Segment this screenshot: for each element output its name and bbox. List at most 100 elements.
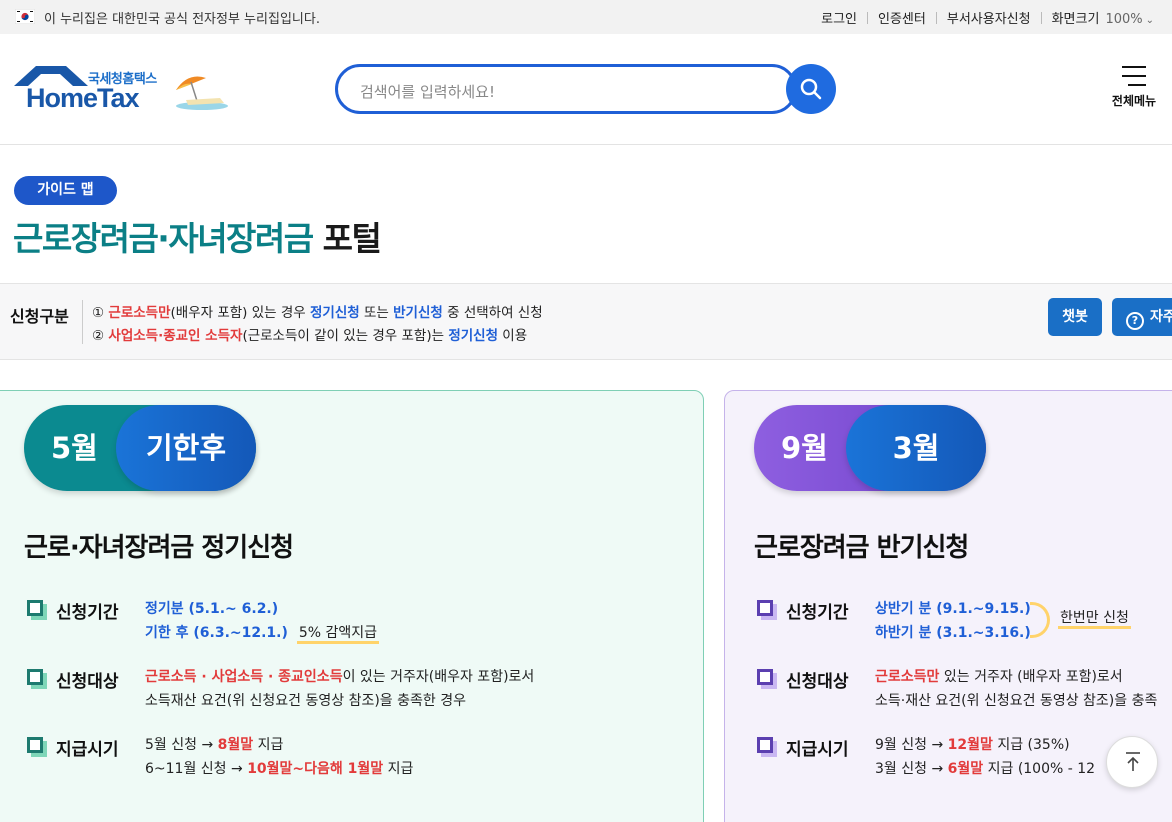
zoom-label: 화면크기: [1051, 12, 1100, 27]
target-line-2: 소득·재산 요건(위 신청요건 동영상 참조)을 충족: [875, 693, 1158, 709]
chatbot-button[interactable]: 챗봇: [1048, 298, 1102, 336]
bullet-square-icon: [757, 737, 777, 757]
period-line-2: 기한 후 (6.3.~12.1.) 5% 감액지급: [145, 622, 379, 644]
chevron-down-icon: ⌄: [1145, 15, 1154, 26]
pay-line-1: 9월 신청 → 12월말 지급 (35%): [875, 734, 1070, 754]
period-line-1: 상반기 분 (9.1.~9.15.): [875, 598, 1031, 618]
zoom-control[interactable]: 화면크기 100% ⌄: [1052, 8, 1154, 27]
period-label: 신청기간: [56, 603, 119, 623]
reduction-note: 5% 감액지급: [296, 625, 379, 644]
text: 또는: [359, 305, 394, 321]
pill-late: 기한후: [116, 405, 256, 491]
band-label: 신청구분: [10, 307, 69, 326]
text-highlight: 정기신청: [448, 328, 498, 344]
bullet-square-icon: [27, 737, 47, 757]
bullet-square-icon: [757, 600, 777, 620]
gov-banner-text: 이 누리집은 대한민국 공식 전자정부 누리집입니다.: [44, 12, 320, 27]
arrow-up-icon: [1126, 752, 1140, 771]
text: (근로소득이 같이 있는 경우 포함)는: [242, 328, 449, 344]
target-label: 신청대상: [786, 672, 849, 692]
text: (배우자 포함) 있는 경우: [170, 305, 310, 321]
page-title-suffix: 포털: [312, 219, 382, 258]
bullet-square-icon: [757, 669, 777, 689]
divider: [82, 300, 83, 344]
text-highlight: 6월말: [947, 761, 984, 777]
text: 지급 (35%): [992, 737, 1070, 753]
target-label: 신청대상: [56, 672, 119, 692]
card-title: 근로·자녀장려금 정기신청: [24, 533, 294, 563]
divider: [935, 11, 937, 24]
pay-line-2: 3월 신청 → 6월말 지급 (100% - 12: [875, 758, 1095, 778]
search-input[interactable]: 검색어를 입력하세요!: [335, 64, 797, 114]
pay-line-2: 6~11월 신청 → 10월말~다음해 1월말 지급: [145, 758, 413, 778]
band-line-1: ① 근로소득만(배우자 포함) 있는 경우 정기신청 또는 반기신청 중 선택하…: [92, 301, 543, 321]
hamburger-icon: [1122, 66, 1146, 86]
text: 중 선택하여 신청: [442, 305, 543, 321]
target-line-1: 근로소득만 있는 거주자 (배우자 포함)로서: [875, 666, 1123, 686]
text: 이용: [498, 328, 528, 344]
target-line-1: 근로소득 · 사업소득 · 종교인소득이 있는 거주자(배우자 포함)로서: [145, 666, 534, 686]
period-line-1: 정기분 (5.1.~ 6.2.): [145, 598, 278, 618]
text-highlight: 8월말: [217, 737, 254, 753]
gov-banner: 이 누리집은 대한민국 공식 전자정부 누리집입니다. 로그인 인증센터 부서사…: [0, 0, 1172, 34]
faq-label: 자주: [1150, 309, 1172, 325]
question-icon: ?: [1126, 312, 1144, 330]
text-highlight: 근로소득만: [108, 305, 171, 321]
faq-button[interactable]: ? 자주: [1112, 298, 1172, 336]
pill-march: 3월: [846, 405, 986, 491]
cert-center-link[interactable]: 인증센터: [878, 8, 926, 27]
text-highlight: 반기신청: [393, 305, 443, 321]
text: 지급: [383, 761, 414, 777]
hometax-logo[interactable]: 국세청홈택스 HomeTax: [14, 64, 229, 119]
guide-map-badge: 가이드 맵: [14, 176, 117, 205]
period-pill: 5월 기한후: [24, 405, 256, 491]
page-title-main: 근로장려금·자녀장려금: [13, 219, 314, 258]
text: ②: [92, 328, 109, 344]
once-note: 한번만 신청: [1058, 610, 1131, 629]
all-menu-button[interactable]: 전체메뉴: [1104, 64, 1164, 116]
card-title: 근로장려금 반기신청: [754, 533, 969, 563]
bullet-square-icon: [27, 600, 47, 620]
divider: [1040, 11, 1042, 24]
logo-english: HomeTax: [26, 83, 140, 113]
text: 한번만 신청: [1058, 610, 1131, 629]
text-highlight: 12월말: [947, 737, 993, 753]
text: 3월 신청 →: [875, 761, 948, 777]
period-label: 신청기간: [786, 603, 849, 623]
text-highlight: 정기신청: [310, 305, 360, 321]
text: ①: [92, 305, 109, 321]
text: 있는 거주자 (배우자 포함)로서: [939, 669, 1123, 685]
korea-flag-icon: [15, 9, 35, 24]
back-to-top-button[interactable]: [1106, 736, 1158, 788]
pay-label: 지급시기: [56, 740, 119, 760]
text-highlight: 10월말~다음해 1월말: [247, 761, 384, 777]
site-header: 국세청홈택스 HomeTax 검색어를 입력하세요! 전체메뉴: [0, 34, 1172, 145]
period-pill: 9월 3월: [754, 405, 986, 491]
page-title: 근로장려금·자녀장려금 포털: [13, 212, 382, 260]
login-link[interactable]: 로그인: [821, 8, 857, 27]
text: 지급 (100% - 12: [983, 761, 1096, 777]
search-button[interactable]: [786, 64, 836, 114]
text: 기한 후 (6.3.~12.1.): [145, 625, 288, 641]
search-placeholder: 검색어를 입력하세요!: [360, 83, 495, 101]
dept-user-link[interactable]: 부서사용자신청: [947, 8, 1031, 27]
text-highlight: 근로소득만: [875, 669, 940, 685]
text: 상반기 분 (9.1.~9.15.): [875, 601, 1031, 617]
text: 5월 신청 →: [145, 737, 218, 753]
search-icon: [800, 78, 822, 100]
text: 지급: [253, 737, 284, 753]
text: 하반기 분 (3.1.~3.16.): [875, 625, 1031, 641]
target-line-2: 소득재산 요건(위 신청요건 동영상 참조)을 충족한 경우: [145, 693, 466, 709]
pay-line-1: 5월 신청 → 8월말 지급: [145, 734, 283, 754]
divider: [867, 11, 869, 24]
text: 9월 신청 →: [875, 737, 948, 753]
band-line-2: ② 사업소득·종교인 소득자(근로소득이 같이 있는 경우 포함)는 정기신청 …: [92, 324, 527, 344]
period-line-2: 하반기 분 (3.1.~3.16.): [875, 622, 1031, 642]
bullet-square-icon: [27, 669, 47, 689]
text-highlight: 근로소득 · 사업소득 · 종교인소득: [145, 669, 343, 685]
text-highlight: 사업소득·종교인 소득자: [108, 328, 243, 344]
text: 6~11월 신청 →: [145, 761, 248, 777]
all-menu-label: 전체메뉴: [1111, 94, 1157, 108]
text: 이 있는 거주자(배우자 포함)로서: [342, 669, 535, 685]
beach-umbrella-icon: [176, 76, 228, 110]
